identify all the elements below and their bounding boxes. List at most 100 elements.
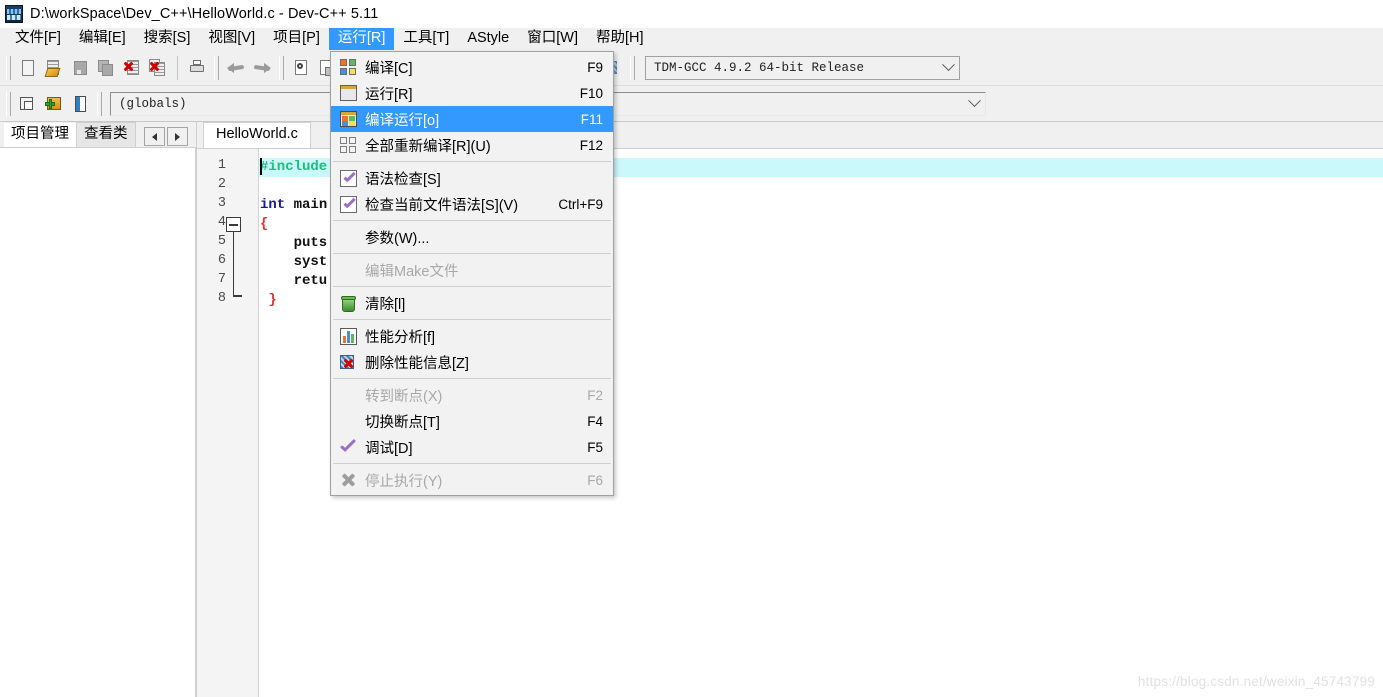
menu-help[interactable]: 帮助[H]: [587, 28, 653, 50]
menu-item-compile-run[interactable]: 编译运行[o] F11: [331, 106, 613, 132]
save-all-button[interactable]: [93, 55, 119, 81]
menu-item-shortcut: F12: [579, 137, 603, 153]
menu-item-syntax-check-current-file[interactable]: 检查当前文件语法[S](V) Ctrl+F9: [331, 191, 613, 217]
menu-item-label: 语法检查[S]: [365, 171, 441, 188]
save-file-icon: [70, 58, 90, 78]
code-line-5: puts: [260, 235, 328, 251]
menu-item-rebuild-all[interactable]: 全部重新编译[R](U) F12: [331, 132, 613, 158]
menu-window[interactable]: 窗口[W]: [518, 28, 587, 50]
print-button[interactable]: [184, 55, 210, 81]
find-icon: [291, 58, 311, 78]
menu-tools[interactable]: 工具[T]: [394, 28, 458, 50]
menu-item-label: 参数(W)...: [365, 230, 430, 247]
rebuild-all-icon: [339, 136, 357, 154]
menu-item-label: 删除性能信息[Z]: [365, 355, 469, 372]
menu-edit[interactable]: 编辑[E]: [70, 28, 135, 50]
menu-astyle[interactable]: AStyle: [458, 28, 518, 50]
devcpp-window: D:\workSpace\Dev_C++\HelloWorld.c - Dev-…: [0, 0, 1383, 697]
toolbar-grip[interactable]: [279, 55, 284, 80]
save-file-button[interactable]: [67, 55, 93, 81]
project-tree[interactable]: [0, 147, 196, 697]
undo-icon: [226, 58, 246, 78]
line-number: 2: [217, 177, 226, 192]
undo-button[interactable]: [223, 55, 249, 81]
tab-scroll-right-button[interactable]: [166, 127, 188, 146]
menu-item-label: 切换断点[T]: [365, 414, 440, 431]
menu-item-shortcut: F9: [587, 59, 603, 75]
menu-item-toggle-breakpoint[interactable]: 切换断点[T] F4: [331, 408, 613, 434]
tab-project-manager[interactable]: 项目管理: [4, 123, 76, 147]
menu-item-stop-execution: 停止执行(Y) F6: [331, 467, 613, 493]
code-text[interactable]: #include int main { puts syst retu }: [260, 149, 327, 320]
line-number: 7: [217, 272, 226, 287]
menu-item-compile[interactable]: 编译[C] F9: [331, 54, 613, 80]
menu-item-syntax-check[interactable]: 语法检查[S]: [331, 165, 613, 191]
debug-check-icon: [339, 439, 358, 456]
menu-project[interactable]: 项目[P]: [264, 28, 329, 50]
toolbar-grip[interactable]: [214, 55, 219, 80]
new-file-button[interactable]: [15, 55, 41, 81]
code-identifier: main: [293, 197, 328, 213]
tab-class-browser[interactable]: 查看类: [76, 122, 136, 147]
window-title: D:\workSpace\Dev_C++\HelloWorld.c - Dev-…: [30, 6, 379, 22]
menu-item-profile-analysis[interactable]: 性能分析[f]: [331, 323, 613, 349]
code-line-7: retu: [260, 273, 328, 289]
menu-view[interactable]: 视图[V]: [199, 28, 264, 50]
find-button[interactable]: [288, 55, 314, 81]
menu-item-label: 编辑Make文件: [365, 263, 459, 280]
menu-item-shortcut: F5: [587, 439, 603, 455]
close-file-button[interactable]: [119, 55, 145, 81]
syntax-check-icon: [339, 169, 357, 187]
compiler-select-value: TDM-GCC 4.9.2 64-bit Release: [654, 60, 865, 75]
menu-item-run[interactable]: 运行[R] F10: [331, 80, 613, 106]
code-line-6: syst: [260, 254, 328, 270]
menu-separator: [333, 378, 611, 379]
toolbar-grip[interactable]: [97, 91, 102, 116]
new-project-window-icon: [18, 94, 38, 114]
code-line-4: {: [260, 216, 269, 232]
menu-item-clean[interactable]: 清除[l]: [331, 290, 613, 316]
line-number: 3: [217, 196, 226, 211]
new-project-window-button[interactable]: [15, 91, 41, 117]
toolbar-grip[interactable]: [6, 91, 11, 116]
toolbar-separator: [177, 55, 178, 80]
tab-scroll-left-button[interactable]: [143, 127, 165, 146]
left-panel-nav: [142, 127, 188, 146]
chevron-down-icon[interactable]: [937, 57, 959, 79]
add-to-project-icon: [44, 94, 64, 114]
menu-search[interactable]: 搜索[S]: [135, 28, 200, 50]
new-file-icon: [18, 58, 38, 78]
menu-item-shortcut: Ctrl+F9: [558, 196, 603, 212]
toolbar-row-1: TDM-GCC 4.9.2 64-bit Release: [0, 50, 1383, 86]
project-book-button[interactable]: [67, 91, 93, 117]
editor-gutter: 1 2 3 4 5 6 7 8: [197, 149, 259, 697]
add-to-project-button[interactable]: [41, 91, 67, 117]
stop-execution-icon: [340, 472, 357, 489]
toolbar-grip[interactable]: [6, 55, 11, 80]
fold-collapse-button[interactable]: [226, 217, 241, 232]
toolbar-grip[interactable]: [630, 55, 635, 80]
menu-run[interactable]: 运行[R]: [328, 28, 395, 50]
menu-item-label: 编译[C]: [365, 60, 413, 77]
menu-item-delete-profile-info[interactable]: 删除性能信息[Z]: [331, 349, 613, 375]
close-file-icon: [122, 58, 142, 78]
open-file-button[interactable]: [41, 55, 67, 81]
menu-item-shortcut: F2: [587, 387, 603, 403]
red-x-mark: [123, 61, 134, 72]
close-all-button[interactable]: [145, 55, 171, 81]
menu-item-shortcut: F10: [579, 85, 603, 101]
menu-file[interactable]: 文件[F]: [6, 28, 70, 50]
menu-separator: [333, 463, 611, 464]
menu-item-parameters[interactable]: 参数(W)...: [331, 224, 613, 250]
redo-button[interactable]: [249, 55, 275, 81]
menu-item-label: 清除[l]: [365, 296, 406, 313]
compile-run-icon: [339, 111, 357, 127]
trash-icon: [340, 295, 356, 312]
red-x-mark: [149, 61, 160, 72]
redo-icon: [252, 58, 272, 78]
text-caret: [260, 158, 262, 175]
menu-item-debug[interactable]: 调试[D] F5: [331, 434, 613, 460]
chevron-down-icon[interactable]: [963, 93, 985, 115]
compiler-select[interactable]: TDM-GCC 4.9.2 64-bit Release: [645, 55, 960, 80]
editor-tab-helloworld[interactable]: HelloWorld.c: [203, 122, 311, 148]
